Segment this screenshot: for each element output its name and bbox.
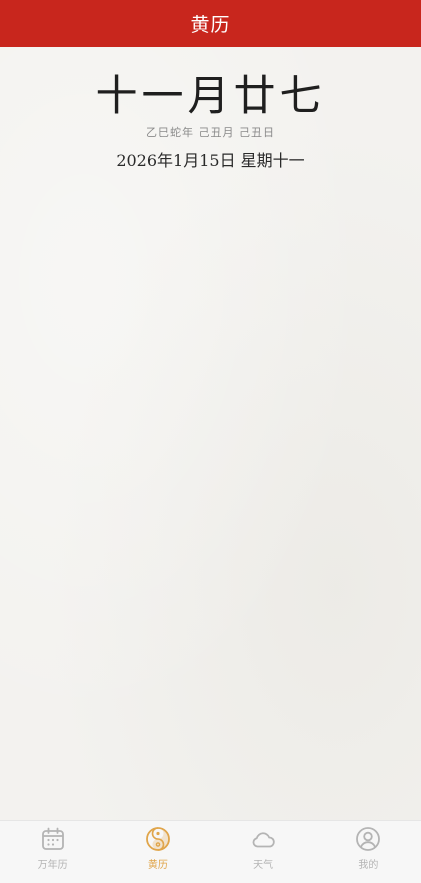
tab-weather-label: 天气 — [253, 860, 274, 871]
calendar-icon — [41, 827, 64, 850]
main-content: 十一月廿七 乙巳蛇年 己丑月 己丑日 2026年1月15日 星期十一 — [0, 47, 421, 820]
tab-calendar-label: 万年历 — [37, 860, 68, 871]
ganzhi-date: 乙巳蛇年 己丑月 己丑日 — [146, 126, 275, 139]
tab-profile-label: 我的 — [358, 860, 379, 871]
yin-yang-icon — [145, 827, 170, 851]
solar-date: 2026年1月15日 星期十一 — [116, 151, 305, 170]
cloud-icon — [252, 832, 275, 848]
user-icon — [356, 827, 381, 851]
page-title: 黄历 — [190, 14, 231, 36]
header-bar: 黄历 — [0, 0, 421, 47]
tab-almanac-label: 黄历 — [147, 860, 168, 871]
tab-profile[interactable]: 我的 — [316, 821, 421, 883]
tab-calendar[interactable]: 万年历 — [0, 821, 105, 883]
tab-almanac[interactable]: 黄历 — [105, 821, 210, 883]
lunar-date: 十一月廿七 — [95, 71, 326, 120]
bottom-tab-bar: 万年历 黄历 天气 我的 — [0, 820, 421, 883]
tab-weather[interactable]: 天气 — [211, 821, 316, 883]
